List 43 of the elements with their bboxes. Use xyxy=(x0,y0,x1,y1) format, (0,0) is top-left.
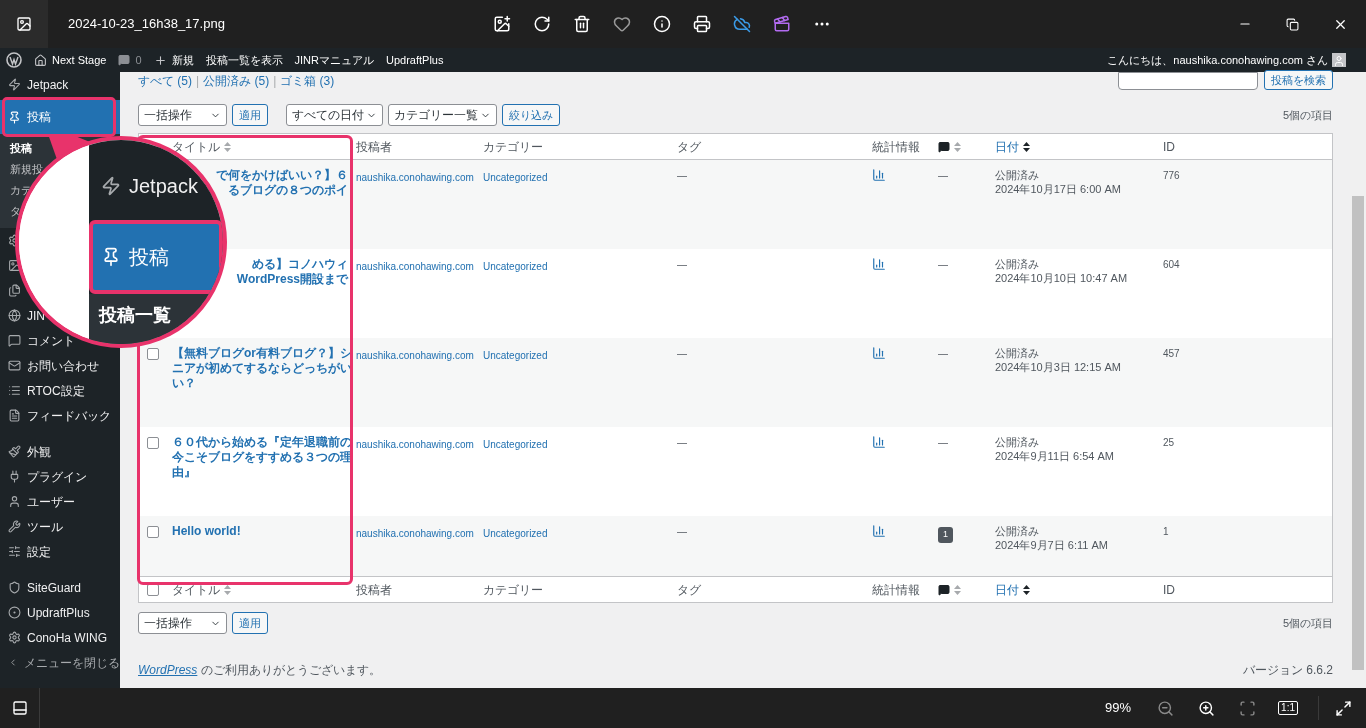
post-status: 公開済み xyxy=(995,435,1040,449)
column-header: 投稿者 xyxy=(356,582,392,597)
tags-cell-text: — xyxy=(677,258,688,272)
tags-cell-text: — xyxy=(677,347,688,361)
post-date: 2024年9月7日 6:11 AM xyxy=(995,538,1109,552)
footer-text: WordPress のご利用ありがとうございます。 xyxy=(138,662,381,679)
column-header: タグ xyxy=(677,139,701,154)
post-date: 2024年10月10日 10:47 AM xyxy=(995,271,1129,285)
column-header: カテゴリー xyxy=(483,582,543,597)
item-count: 5個の項目 xyxy=(1282,615,1333,631)
separator: | xyxy=(196,73,200,90)
post-id: 776 xyxy=(1163,169,1181,183)
comments-cell: — xyxy=(938,259,948,270)
column-header: カテゴリー xyxy=(483,139,543,154)
column-header: ID xyxy=(1163,582,1175,597)
post-id: 457 xyxy=(1163,347,1181,361)
post-status: 公開済み xyxy=(995,168,1040,182)
post-status: 公開済み xyxy=(995,257,1040,271)
post-date: 2024年9月11日 6:54 AM xyxy=(995,449,1116,463)
post-id: 1 xyxy=(1163,525,1170,539)
file-name: 2024-10-23_16h38_17.png xyxy=(68,15,226,34)
comments-cell: — xyxy=(938,348,948,359)
tags-cell-text: — xyxy=(677,436,688,450)
post-status: 公開済み xyxy=(995,524,1040,538)
tags-cell-text: — xyxy=(677,525,688,539)
post-status: 公開済み xyxy=(995,346,1040,360)
post-id: 604 xyxy=(1163,258,1181,272)
post-date: 2024年10月3日 12:15 AM xyxy=(995,360,1122,374)
column-header: 統計情報 xyxy=(872,139,920,154)
version-text: バージョン 6.6.2 xyxy=(1242,662,1333,679)
comments-cell: — xyxy=(938,170,948,181)
zoom-level: 99% xyxy=(1105,699,1132,718)
comments-cell: — xyxy=(938,437,948,448)
column-header: タグ xyxy=(677,582,701,597)
tags-cell-text: — xyxy=(677,169,688,183)
column-header: 統計情報 xyxy=(872,582,920,597)
separator: | xyxy=(273,73,277,90)
magnified-submenu-item: 投稿一覧 xyxy=(99,305,171,325)
item-count: 5個の項目 xyxy=(1282,107,1333,123)
post-date: 2024年10月17日 6:00 AM xyxy=(995,182,1122,196)
column-header: 投稿者 xyxy=(356,139,392,154)
column-header: ID xyxy=(1163,139,1175,154)
post-id: 25 xyxy=(1163,436,1176,450)
